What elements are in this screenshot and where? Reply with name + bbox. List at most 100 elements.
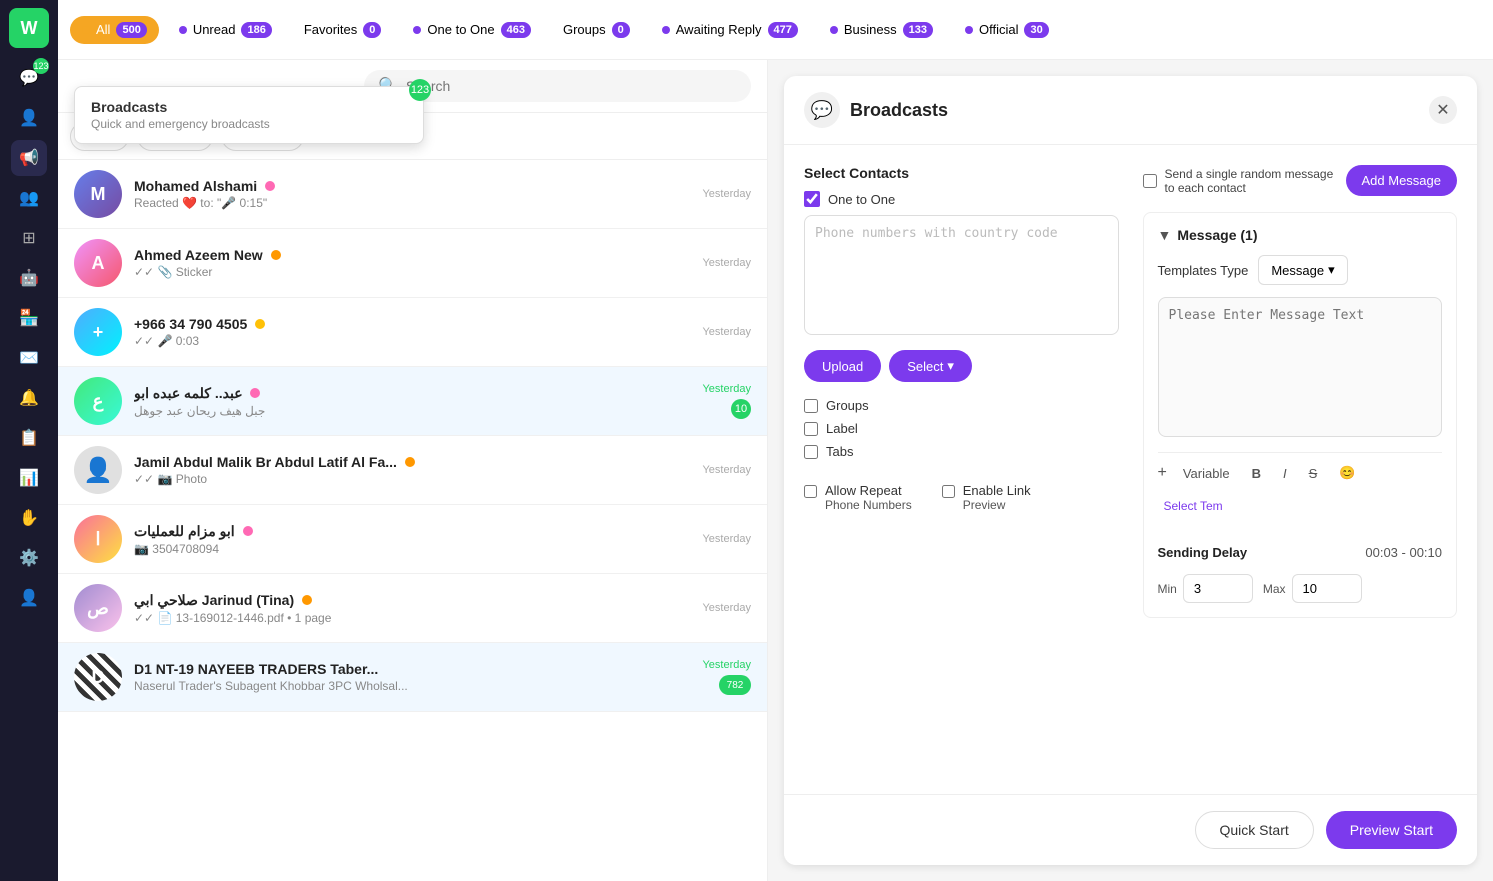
- broadcasts-chat-icon: 💬: [804, 92, 840, 128]
- one-to-one-checkbox-row: One to One: [804, 191, 1119, 207]
- sidebar-icon-hand[interactable]: ✋: [11, 500, 47, 536]
- logo: W: [9, 8, 49, 48]
- send-random-row: Send a single random message to each con…: [1143, 165, 1458, 196]
- variable-plus-icon[interactable]: +: [1158, 464, 1167, 482]
- select-button[interactable]: Select ▾: [889, 350, 972, 382]
- sidebar-icon-settings[interactable]: ⚙️: [11, 540, 47, 576]
- emoji-button[interactable]: 😊: [1333, 461, 1361, 485]
- message-textarea[interactable]: [1158, 297, 1443, 437]
- tab-all[interactable]: All 500: [70, 16, 159, 44]
- chat-info: Ahmed Azeem New ✓✓ 📎 Sticker: [134, 247, 690, 279]
- tab-awaiting-label: Awaiting Reply: [676, 22, 762, 37]
- chat-preview: ✓✓ 📄 13-169012-1446.pdf • 1 page: [134, 611, 690, 625]
- bold-button[interactable]: B: [1246, 462, 1267, 485]
- groups-label: Groups: [826, 398, 869, 413]
- sidebar-icon-people[interactable]: 👥: [11, 180, 47, 216]
- max-delay-group: Max: [1263, 574, 1362, 603]
- tabs-checkbox[interactable]: [804, 445, 818, 459]
- sidebar-icon-contacts[interactable]: 👤: [11, 100, 47, 136]
- chat-item[interactable]: + +966 34 790 4505 ✓✓ 🎤 0:03 Yesterday: [58, 298, 767, 367]
- sidebar-icon-bell[interactable]: 🔔: [11, 380, 47, 416]
- select-label: Select: [907, 359, 943, 374]
- sidebar-icon-shop[interactable]: 🏪: [11, 300, 47, 336]
- chat-name: ابو مزام للعمليات: [134, 523, 690, 540]
- tab-awaiting-reply[interactable]: Awaiting Reply 477: [650, 16, 810, 44]
- groups-checkbox[interactable]: [804, 399, 818, 413]
- chat-preview: ✓✓ 📷 Photo: [134, 472, 690, 486]
- strikethrough-button[interactable]: S: [1303, 462, 1324, 485]
- sidebar-badge: 123: [33, 58, 49, 74]
- min-label: Min: [1158, 582, 1177, 596]
- min-input[interactable]: [1183, 574, 1253, 603]
- one-to-one-checkbox[interactable]: [804, 191, 820, 207]
- tag-dot: [271, 250, 281, 260]
- chat-name: +966 34 790 4505: [134, 316, 690, 332]
- chat-item[interactable]: A Ahmed Azeem New ✓✓ 📎 Sticker Yesterday: [58, 229, 767, 298]
- chat-time: Yesterday: [702, 533, 751, 545]
- enable-link-text: Enable Link Preview: [963, 483, 1031, 512]
- chat-time: Yesterday: [702, 188, 751, 200]
- chat-item[interactable]: ص صلاحي ابي Jarinud (Tina) ✓✓ 📄 13-16901…: [58, 574, 767, 643]
- chat-item[interactable]: ع عبد.. كلمه عبده ابو جبل هيف ريحان عبد …: [58, 367, 767, 436]
- avatar: M: [74, 170, 122, 218]
- chat-preview: ✓✓ 🎤 0:03: [134, 334, 690, 348]
- allow-repeat-checkbox[interactable]: [804, 485, 817, 498]
- top-tab-bar: All 500 Unread 186 Favorites 0 One to On…: [58, 0, 1493, 60]
- select-template-button[interactable]: Select Tem: [1158, 495, 1229, 517]
- chat-item[interactable]: 👤 Jamil Abdul Malik Br Abdul Latif Al Fa…: [58, 436, 767, 505]
- sidebar-icon-grid[interactable]: ⊞: [11, 220, 47, 256]
- tab-dot-unread: [179, 26, 187, 34]
- close-button[interactable]: ✕: [1429, 96, 1457, 124]
- templates-select[interactable]: Message ▾: [1258, 255, 1347, 285]
- templates-chevron-icon: ▾: [1328, 262, 1335, 278]
- quick-start-button[interactable]: Quick Start: [1195, 811, 1314, 849]
- send-random-label: Send a single random message to each con…: [1165, 167, 1338, 195]
- chat-item[interactable]: M Mohamed Alshami Reacted ❤️ to: "🎤 0:15…: [58, 160, 767, 229]
- allow-repeat-item: Allow Repeat Phone Numbers: [804, 483, 912, 512]
- chat-item[interactable]: ا ابو مزام للعمليات 📷 3504708094 Yesterd…: [58, 505, 767, 574]
- avatar: ع: [74, 377, 122, 425]
- sidebar-icon-broadcast[interactable]: 📢: [11, 140, 47, 176]
- chat-item[interactable]: D D1 NT-19 NAYEEB TRADERS Taber... Naser…: [58, 643, 767, 712]
- variable-button[interactable]: Variable: [1177, 462, 1236, 485]
- chat-time: Yesterday: [702, 383, 751, 395]
- sidebar-icon-user[interactable]: 👤: [11, 580, 47, 616]
- broadcasts-body: Select Contacts One to One Upload: [784, 165, 1477, 794]
- italic-button[interactable]: I: [1277, 462, 1293, 485]
- preview-start-button[interactable]: Preview Start: [1326, 811, 1457, 849]
- add-message-button[interactable]: Add Message: [1346, 165, 1458, 196]
- phone-textarea[interactable]: [804, 215, 1119, 335]
- label-checkbox[interactable]: [804, 422, 818, 436]
- chat-name: صلاحي ابي Jarinud (Tina): [134, 592, 690, 609]
- tab-groups[interactable]: Groups 0: [551, 16, 642, 44]
- sidebar-icon-list[interactable]: 📋: [11, 420, 47, 456]
- label-label: Label: [826, 421, 858, 436]
- chat-info: صلاحي ابي Jarinud (Tina) ✓✓ 📄 13-169012-…: [134, 592, 690, 625]
- templates-type-row: Templates Type Message ▾: [1158, 255, 1443, 285]
- tab-one-to-one[interactable]: One to One 463: [401, 16, 543, 44]
- sidebar-icon-bot[interactable]: 🤖: [11, 260, 47, 296]
- enable-link-checkbox[interactable]: [942, 485, 955, 498]
- right-panel: 💬 Broadcasts ✕ Select Contacts: [768, 60, 1493, 881]
- allow-repeat-label: Allow Repeat: [825, 483, 912, 498]
- tab-favorites[interactable]: Favorites 0: [292, 16, 394, 44]
- upload-button[interactable]: Upload: [804, 350, 881, 382]
- bottom-actions: Quick Start Preview Start: [784, 794, 1477, 865]
- max-input[interactable]: [1292, 574, 1362, 603]
- tab-unread[interactable]: Unread 186: [167, 16, 284, 44]
- tabs-label: Tabs: [826, 444, 853, 459]
- sidebar-icon-analytics[interactable]: 📊: [11, 460, 47, 496]
- search-input[interactable]: [406, 78, 737, 94]
- tab-business-badge: 133: [903, 22, 933, 38]
- tag-dot: [243, 526, 253, 536]
- sidebar-icon-chat[interactable]: 💬 123: [11, 60, 47, 96]
- send-random-checkbox[interactable]: [1143, 174, 1157, 188]
- unread-badge: 782: [719, 675, 751, 695]
- tab-business[interactable]: Business 133: [818, 16, 945, 44]
- avatar: +: [74, 308, 122, 356]
- sending-delay-value: 00:03 - 00:10: [1365, 545, 1442, 560]
- allow-repeat-text: Allow Repeat Phone Numbers: [825, 483, 912, 512]
- sidebar-icon-email[interactable]: ✉️: [11, 340, 47, 376]
- avatar: A: [74, 239, 122, 287]
- tab-official[interactable]: Official 30: [953, 16, 1061, 44]
